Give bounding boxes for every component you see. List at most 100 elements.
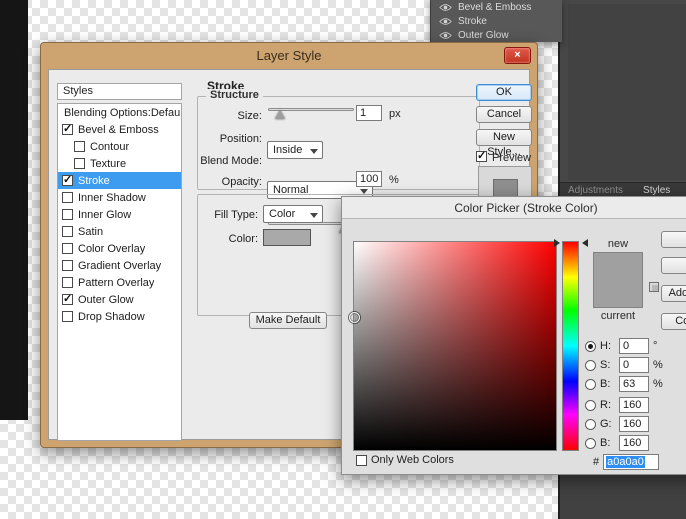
checkbox[interactable] bbox=[62, 124, 73, 135]
new-style-button[interactable]: New Style... bbox=[476, 129, 532, 146]
checkbox[interactable] bbox=[74, 158, 85, 169]
picker-cancel-button[interactable]: Cancel bbox=[661, 257, 686, 274]
new-color-label: new bbox=[593, 238, 643, 250]
ok-button[interactable]: OK bbox=[476, 84, 532, 101]
panel-dock-inner bbox=[568, 4, 686, 180]
effect-row-outer-glow[interactable]: Outer Glow bbox=[431, 28, 562, 42]
effect-label: Stroke bbox=[458, 16, 487, 27]
style-item-satin[interactable]: Satin bbox=[58, 223, 181, 240]
b2-input[interactable]: 160 bbox=[619, 435, 649, 451]
color-field-marker[interactable] bbox=[349, 312, 360, 323]
preview-checkbox[interactable] bbox=[476, 151, 487, 162]
picker-color-libraries-button[interactable]: Color Libraries bbox=[661, 313, 686, 330]
style-item-inner-glow[interactable]: Inner Glow bbox=[58, 206, 181, 223]
brightness-field-row: B: 63 % bbox=[585, 376, 663, 392]
b-unit: % bbox=[653, 378, 663, 390]
only-web-colors-row: Only Web Colors bbox=[356, 454, 454, 466]
picker-add-swatches-button[interactable]: Add To Swatches bbox=[661, 285, 686, 302]
h-radio[interactable] bbox=[585, 341, 596, 352]
checkbox[interactable] bbox=[62, 311, 73, 322]
styles-list: Blending Options:Default Bevel & Emboss … bbox=[57, 103, 182, 441]
close-button[interactable]: × bbox=[504, 47, 531, 64]
style-item-texture[interactable]: Texture bbox=[58, 155, 181, 172]
tab-adjustments[interactable]: Adjustments bbox=[568, 185, 623, 196]
g-radio[interactable] bbox=[585, 419, 596, 430]
only-web-colors-checkbox[interactable] bbox=[356, 455, 367, 466]
current-color-swatch[interactable] bbox=[594, 280, 642, 307]
position-label: Position: bbox=[198, 133, 262, 145]
visibility-eye-icon[interactable] bbox=[439, 17, 452, 26]
style-item-pattern-overlay[interactable]: Pattern Overlay bbox=[58, 274, 181, 291]
cancel-button[interactable]: Cancel bbox=[476, 106, 532, 123]
checkbox[interactable] bbox=[62, 192, 73, 203]
picker-ok-button[interactable]: OK bbox=[661, 231, 686, 248]
style-item-contour[interactable]: Contour bbox=[58, 138, 181, 155]
hue-slider[interactable] bbox=[562, 241, 579, 451]
g-input[interactable]: 160 bbox=[619, 416, 649, 432]
canvas-dark-area bbox=[0, 0, 28, 420]
structure-group: Structure Size: 1 px Position: Inside Bl… bbox=[197, 96, 480, 190]
s-unit: % bbox=[653, 359, 663, 371]
b-radio[interactable] bbox=[585, 379, 596, 390]
opacity-value-input[interactable]: 100 bbox=[356, 171, 382, 187]
color-picker-titlebar[interactable]: Color Picker (Stroke Color) bbox=[342, 197, 686, 219]
saturation-field-row: S: 0 % bbox=[585, 357, 663, 373]
style-item-bevel-emboss[interactable]: Bevel & Emboss bbox=[58, 121, 181, 138]
size-slider-thumb[interactable] bbox=[275, 110, 285, 119]
h-input[interactable]: 0 bbox=[619, 338, 649, 354]
size-slider[interactable] bbox=[268, 106, 354, 118]
checkbox[interactable] bbox=[62, 175, 73, 186]
checkbox[interactable] bbox=[62, 243, 73, 254]
red-field-row: R: 160 bbox=[585, 397, 653, 413]
visibility-eye-icon[interactable] bbox=[439, 3, 452, 12]
preview-label: Preview bbox=[492, 152, 531, 164]
new-current-swatch bbox=[593, 252, 643, 308]
checkbox[interactable] bbox=[62, 294, 73, 305]
layer-effects-list: Bevel & Emboss Stroke Outer Glow bbox=[430, 0, 562, 42]
effect-row-bevel[interactable]: Bevel & Emboss bbox=[431, 0, 562, 14]
checkbox[interactable] bbox=[62, 226, 73, 237]
blue-field-row: B: 160 bbox=[585, 435, 653, 451]
tab-styles[interactable]: Styles bbox=[643, 185, 670, 196]
checkbox[interactable] bbox=[62, 277, 73, 288]
fill-type-dropdown[interactable]: Color bbox=[263, 205, 323, 223]
opacity-label: Opacity: bbox=[198, 176, 262, 188]
h-unit: ° bbox=[653, 340, 657, 352]
size-unit: px bbox=[389, 108, 401, 120]
checkbox[interactable] bbox=[62, 260, 73, 271]
visibility-eye-icon[interactable] bbox=[439, 31, 452, 40]
stroke-color-swatch[interactable] bbox=[263, 229, 311, 246]
saturation-brightness-field[interactable] bbox=[353, 241, 557, 451]
structure-legend: Structure bbox=[206, 89, 263, 101]
green-field-row: G: 160 bbox=[585, 416, 653, 432]
s-radio[interactable] bbox=[585, 360, 596, 371]
position-dropdown[interactable]: Inside bbox=[267, 141, 323, 159]
hex-input[interactable]: a0a0a0 bbox=[603, 454, 659, 470]
hue-slider-arrow-left[interactable] bbox=[554, 239, 560, 247]
r-radio[interactable] bbox=[585, 400, 596, 411]
style-item-outer-glow[interactable]: Outer Glow bbox=[58, 291, 181, 308]
color-picker-dialog: Color Picker (Stroke Color) new current … bbox=[341, 196, 686, 475]
r-input[interactable]: 160 bbox=[619, 397, 649, 413]
layer-style-titlebar[interactable]: Layer Style bbox=[41, 43, 537, 69]
effect-row-stroke[interactable]: Stroke bbox=[431, 14, 562, 28]
style-item-color-overlay[interactable]: Color Overlay bbox=[58, 240, 181, 257]
web-safe-cube-icon[interactable] bbox=[649, 282, 659, 292]
make-default-button[interactable]: Make Default bbox=[249, 312, 327, 329]
style-item-blending-options[interactable]: Blending Options:Default bbox=[58, 104, 181, 121]
b-input[interactable]: 63 bbox=[619, 376, 649, 392]
checkbox[interactable] bbox=[74, 141, 85, 152]
b2-radio[interactable] bbox=[585, 438, 596, 449]
style-item-drop-shadow[interactable]: Drop Shadow bbox=[58, 308, 181, 325]
photoshop-screen: Adjustments Styles Bevel & Emboss Stroke… bbox=[0, 0, 686, 519]
color-label: Color: bbox=[198, 233, 258, 245]
style-item-stroke[interactable]: Stroke bbox=[58, 172, 181, 189]
styles-list-header: Styles bbox=[57, 83, 182, 100]
hue-slider-arrow-right[interactable] bbox=[582, 239, 588, 247]
s-input[interactable]: 0 bbox=[619, 357, 649, 373]
checkbox[interactable] bbox=[62, 209, 73, 220]
hue-field-row: H: 0 ° bbox=[585, 338, 657, 354]
size-value-input[interactable]: 1 bbox=[356, 105, 382, 121]
style-item-gradient-overlay[interactable]: Gradient Overlay bbox=[58, 257, 181, 274]
style-item-inner-shadow[interactable]: Inner Shadow bbox=[58, 189, 181, 206]
